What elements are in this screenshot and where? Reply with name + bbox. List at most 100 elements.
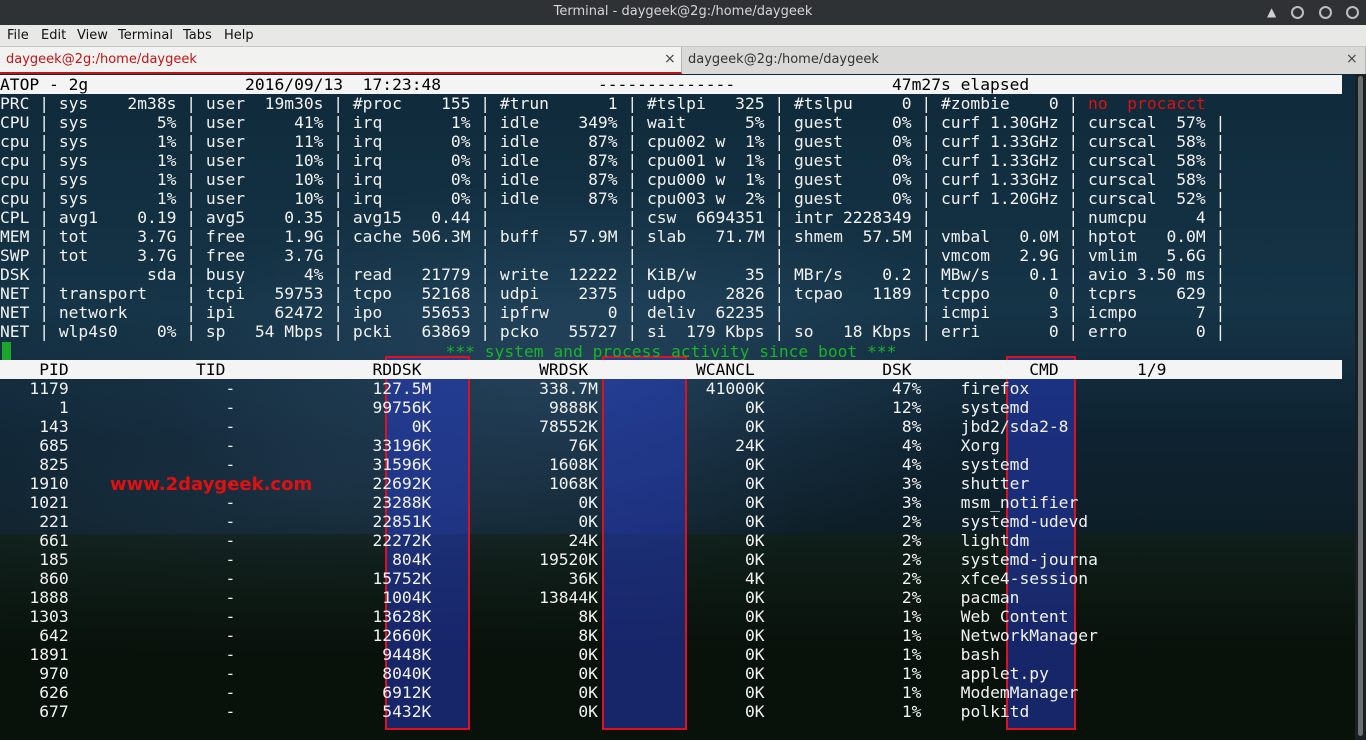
table-row[interactable]: 1179 - 127.5M 338.7M 41000K 47% firefox (0, 379, 1029, 398)
terminal-area[interactable]: ATOP - 2g 2016/09/13 17:23:48 ----------… (0, 74, 1366, 740)
table-row[interactable]: 642 - 12660K 8K 0K 1% NetworkManager (0, 626, 1098, 645)
cell-cmd: systemd-udevd (960, 512, 1089, 531)
cell-rddsk: 23288K (235, 493, 432, 512)
cell-cmd: msm_notifier (960, 493, 1079, 512)
menubar: File Edit View Terminal Tabs Help (0, 25, 1366, 47)
table-row[interactable]: 221 - 22851K 0K 0K 2% systemd-udevd (0, 512, 1088, 531)
cell-wrdsk: 1068K (431, 474, 598, 493)
cell-pid: 677 (0, 702, 69, 721)
cell-cmd: bash (960, 645, 1000, 664)
table-row[interactable]: 860 - 15752K 36K 4K 2% xfce4-session (0, 569, 1088, 588)
cell-wrdsk: 36K (431, 569, 598, 588)
cell-dsk: 1% (764, 702, 922, 721)
table-row[interactable]: 1021 - 23288K 0K 0K 3% msm_notifier (0, 493, 1078, 512)
tab-terminal-1[interactable]: daygeek@2g:/home/daygeek × (0, 47, 682, 74)
cell-cmd: shutter (960, 474, 1030, 493)
stat-line: cpu | sys 1% | user 10% | irq 0% | idle … (0, 189, 1225, 208)
cell-pid: 1179 (0, 379, 69, 398)
cell-wcancl: 0K (597, 645, 765, 664)
close-button[interactable] (1346, 6, 1359, 19)
stat-line: MEM | tot 3.7G | free 1.9G | cache 506.3… (0, 227, 1225, 246)
menu-file[interactable]: File (7, 28, 29, 43)
cell-wrdsk: 24K (431, 531, 598, 550)
table-row[interactable]: 143 - 0K 78552K 0K 8% jbd2/sda2-8 (0, 417, 1068, 436)
cell-wcancl: 0K (597, 493, 765, 512)
cell-wrdsk: 13844K (431, 588, 598, 607)
cell-rddsk: 1004K (235, 588, 432, 607)
cell-cmd: systemd (960, 398, 1030, 417)
cell-wrdsk: 0K (431, 645, 598, 664)
cell-cmd: systemd (960, 455, 1030, 474)
scrollbar[interactable] (1355, 74, 1366, 740)
cell-cmd: jbd2/sda2-8 (960, 417, 1069, 436)
tab-bar: daygeek@2g:/home/daygeek × daygeek@2g:/h… (0, 47, 1366, 74)
minimize-button[interactable] (1291, 6, 1304, 19)
cell-dsk: 2% (764, 588, 922, 607)
cell-dsk: 2% (764, 550, 922, 569)
stat-text: CPL | avg1 0.19 | avg5 0.35 | avg15 0.44… (0, 208, 1226, 227)
cell-wrdsk: 19520K (431, 550, 598, 569)
cell-dsk: 1% (764, 626, 922, 645)
cell-dsk: 4% (764, 455, 922, 474)
cell-tid: - (68, 607, 236, 626)
shade-icon[interactable]: ▲ (1267, 5, 1276, 19)
cell-wcancl: 0K (597, 531, 765, 550)
cell-rddsk: 99756K (235, 398, 432, 417)
cell-wrdsk: 338.7M (431, 379, 598, 398)
cell-tid: - (68, 645, 236, 664)
cell-wrdsk: 76K (431, 436, 598, 455)
cell-rddsk: 12660K (235, 626, 432, 645)
table-row[interactable]: 677 - 5432K 0K 0K 1% polkitd (0, 702, 1029, 721)
table-row[interactable]: 1303 - 13628K 8K 0K 1% Web Content (0, 607, 1068, 626)
table-row[interactable]: 1891 - 9448K 0K 0K 1% bash (0, 645, 1000, 664)
table-row[interactable]: 1888 - 1004K 13844K 0K 2% pacman (0, 588, 1019, 607)
cell-wrdsk: 0K (431, 702, 598, 721)
stat-text: PRC | sys 2m38s | user 19m30s | #proc 15… (0, 94, 1089, 113)
close-icon[interactable]: × (664, 51, 676, 67)
window-titlebar: Terminal - daygeek@2g:/home/daygeek ▲ (0, 0, 1366, 25)
table-row[interactable]: 685 - 33196K 76K 24K 4% Xorg (0, 436, 1000, 455)
cell-wrdsk: 0K (431, 512, 598, 531)
maximize-button[interactable] (1319, 6, 1332, 19)
menu-help[interactable]: Help (224, 28, 254, 43)
watermark: www.2daygeek.com (110, 474, 313, 495)
cell-wcancl: 0K (597, 664, 765, 683)
cell-dsk: 1% (764, 645, 922, 664)
cell-tid: - (68, 398, 236, 417)
close-icon[interactable]: × (1346, 51, 1358, 67)
cell-cmd: lightdm (960, 531, 1030, 550)
cell-pid: 685 (0, 436, 69, 455)
cell-tid: - (68, 417, 236, 436)
cell-dsk: 2% (764, 569, 922, 588)
cell-tid: - (68, 493, 236, 512)
cell-cmd: pacman (960, 588, 1020, 607)
cell-rddsk: 15752K (235, 569, 432, 588)
table-row[interactable]: 1 - 99756K 9888K 0K 12% systemd (0, 398, 1029, 417)
cell-cmd: applet.py (960, 664, 1049, 683)
stat-text: NET | transport | tcpi 59753 | tcpo 5216… (0, 284, 1226, 303)
table-row[interactable]: 185 - 804K 19520K 0K 2% systemd-journa (0, 550, 1098, 569)
table-row[interactable]: 661 - 22272K 24K 0K 2% lightdm (0, 531, 1029, 550)
cell-rddsk: 22272K (235, 531, 432, 550)
cell-wrdsk: 1608K (431, 455, 598, 474)
cell-cmd: ModemManager (960, 683, 1079, 702)
table-row[interactable]: 970 - 8040K 0K 0K 1% applet.py (0, 664, 1049, 683)
scrollbar-thumb[interactable] (1358, 76, 1363, 736)
stat-text: NET | wlp4s0 0% | sp 54 Mbps | pcki 6386… (0, 322, 1226, 341)
cell-pid: 1888 (0, 588, 69, 607)
cell-dsk: 8% (764, 417, 922, 436)
cell-wcancl: 0K (597, 607, 765, 626)
cell-pid: 626 (0, 683, 69, 702)
cell-dsk: 2% (764, 531, 922, 550)
cell-tid: - (68, 550, 236, 569)
table-row[interactable]: 825 - 31596K 1608K 0K 4% systemd (0, 455, 1029, 474)
menu-view[interactable]: View (77, 28, 108, 43)
table-row[interactable]: 626 - 6912K 0K 0K 1% ModemManager (0, 683, 1078, 702)
menu-tabs[interactable]: Tabs (183, 28, 212, 43)
cell-wcancl: 0K (597, 702, 765, 721)
tab-terminal-2[interactable]: daygeek@2g:/home/daygeek × (682, 47, 1366, 74)
cell-tid: - (68, 379, 236, 398)
cell-wcancl: 4K (597, 569, 765, 588)
menu-edit[interactable]: Edit (41, 28, 66, 43)
menu-terminal[interactable]: Terminal (118, 28, 173, 43)
